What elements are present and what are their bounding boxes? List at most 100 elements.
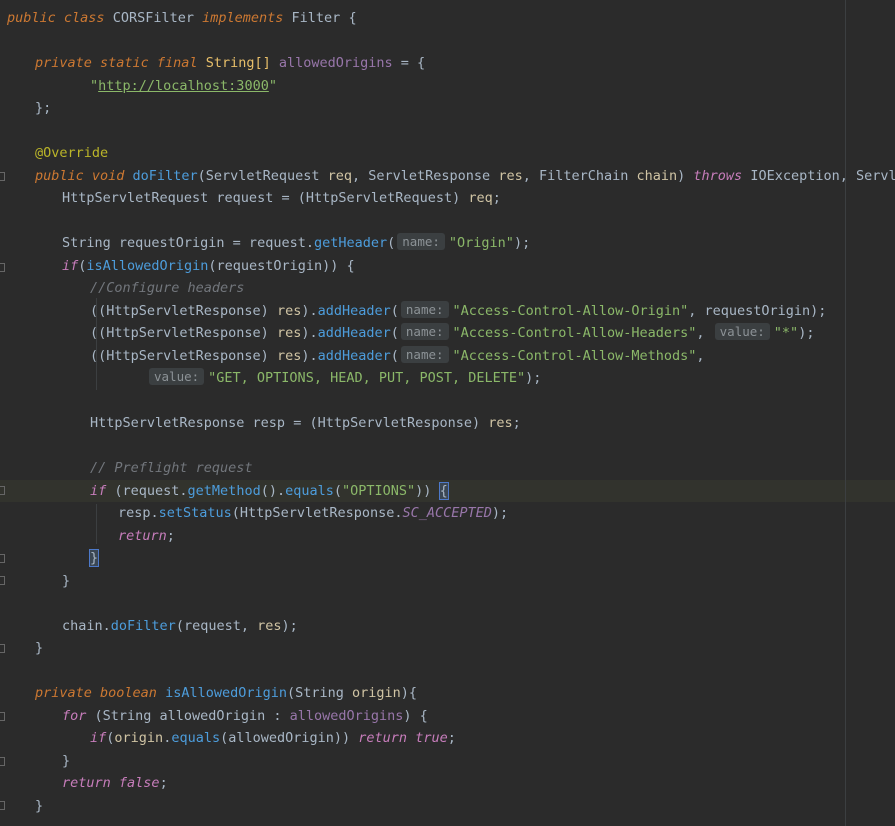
- code-line: return false;: [7, 772, 895, 795]
- parameter: req: [327, 167, 353, 184]
- code-text: HttpServletResponse resp = (HttpServletR…: [90, 415, 489, 431]
- code-text: {: [340, 10, 357, 26]
- code-text: (ServletRequest: [197, 167, 328, 184]
- method-call: equals: [285, 482, 334, 499]
- keyword: public void: [35, 167, 125, 184]
- code-text: ,: [696, 325, 713, 341]
- code-line: if(origin.equals(allowedOrigin)) return …: [7, 727, 895, 750]
- method-call: getHeader: [313, 235, 388, 251]
- parameter: res: [488, 415, 513, 431]
- code-line: if (request.getMethod().equals("OPTIONS"…: [7, 480, 895, 503]
- code-text: (String: [286, 685, 353, 701]
- fold-marker-icon[interactable]: [0, 801, 5, 810]
- parameter: req: [468, 190, 493, 206]
- code-text: )): [415, 482, 440, 499]
- code-text: , FilterChain: [522, 167, 637, 184]
- constant: SC_ACCEPTED: [402, 505, 492, 521]
- fold-marker-icon[interactable]: [0, 554, 5, 563]
- keyword: false: [118, 775, 160, 791]
- matched-brace[interactable]: {: [438, 481, 449, 500]
- keyword: throws: [693, 167, 743, 184]
- code-text: (request.: [106, 482, 188, 499]
- string-literal: "*": [773, 325, 799, 341]
- keyword: if: [90, 730, 107, 746]
- fold-marker-icon[interactable]: [0, 263, 5, 272]
- field-name: allowedOrigins: [278, 55, 393, 71]
- code-text: ((HttpServletResponse): [90, 325, 277, 341]
- code-line: if(isAllowedOrigin(requestOrigin)) {: [7, 255, 895, 278]
- code-text: , ServletResponse: [352, 167, 499, 184]
- code-text: ((HttpServletResponse): [90, 302, 277, 319]
- code-line: }: [7, 547, 895, 570]
- code-text: String requestOrigin = request.: [62, 235, 314, 251]
- parameter-hint: value:: [149, 368, 205, 385]
- code-text: ;: [159, 775, 168, 791]
- url-link[interactable]: http://localhost:3000: [98, 78, 269, 94]
- class-name: CORSFilter: [112, 10, 194, 26]
- code-line: for (String allowedOrigin : allowedOrigi…: [7, 705, 895, 728]
- field-name: allowedOrigins: [289, 707, 404, 724]
- fold-marker-icon[interactable]: [0, 712, 5, 721]
- code-text: (: [387, 235, 396, 251]
- keyword: true: [415, 730, 448, 746]
- code-line: ((HttpServletResponse) res).addHeader(na…: [7, 322, 895, 345]
- code-text: );: [281, 617, 298, 634]
- code-lines: public class CORSFilter implements Filte…: [7, 7, 895, 817]
- code-line: }: [7, 795, 895, 818]
- code-text: );: [525, 370, 542, 386]
- code-text: ;: [492, 190, 501, 206]
- code-line: public class CORSFilter implements Filte…: [7, 7, 895, 30]
- fold-marker-icon[interactable]: [0, 644, 5, 653]
- fold-marker-icon[interactable]: [0, 172, 5, 181]
- code-editor[interactable]: public class CORSFilter implements Filte…: [0, 0, 895, 826]
- code-line: //Configure headers: [7, 277, 895, 300]
- keyword: private static final: [35, 55, 198, 71]
- parameter: res: [276, 347, 302, 364]
- comment: // Preflight request: [90, 460, 253, 476]
- code-text: ((HttpServletResponse): [90, 347, 277, 364]
- method-call: addHeader: [317, 302, 391, 319]
- keyword: for: [62, 707, 87, 724]
- code-text: ){: [400, 685, 418, 701]
- code-text: }: [35, 640, 44, 656]
- code-text: resp.: [118, 505, 159, 521]
- fold-marker-icon[interactable]: [0, 486, 5, 495]
- parameter: origin: [352, 685, 401, 701]
- code-line: }: [7, 750, 895, 773]
- code-text: (HttpServletResponse.: [231, 505, 403, 521]
- method-call: setStatus: [158, 505, 232, 521]
- string-literal: "Access-Control-Allow-Origin": [452, 302, 689, 319]
- code-text: ().: [260, 482, 286, 499]
- code-text: ).: [301, 302, 318, 319]
- parameter: res: [498, 167, 523, 184]
- code-line: private boolean isAllowedOrigin(String o…: [7, 682, 895, 705]
- parameter: res: [257, 617, 282, 634]
- code-line: };: [7, 97, 895, 120]
- code-text: ;: [512, 415, 521, 431]
- fold-marker-icon[interactable]: [0, 757, 5, 766]
- code-line: chain.doFilter(request, res);: [7, 615, 895, 638]
- keyword: implements: [202, 10, 284, 26]
- code-text: ) {: [403, 707, 428, 724]
- string-literal: "OPTIONS": [342, 482, 416, 499]
- code-line: public void doFilter(ServletRequest req,…: [7, 165, 895, 188]
- fold-marker-icon[interactable]: [0, 576, 5, 585]
- code-text: chain.: [62, 617, 111, 634]
- code-line: }: [7, 570, 895, 593]
- code-text: HttpServletRequest request = (HttpServle…: [62, 190, 469, 206]
- code-text: ): [677, 167, 694, 184]
- method-call: doFilter: [110, 617, 176, 634]
- code-text: IOException, ServletException {: [750, 167, 895, 184]
- code-line: }: [7, 637, 895, 660]
- code-line: HttpServletRequest request = (HttpServle…: [7, 187, 895, 210]
- keyword: if: [90, 482, 107, 499]
- code-text: );: [491, 505, 509, 521]
- matched-brace[interactable]: }: [88, 549, 100, 567]
- code-line: ((HttpServletResponse) res).addHeader(na…: [7, 300, 895, 323]
